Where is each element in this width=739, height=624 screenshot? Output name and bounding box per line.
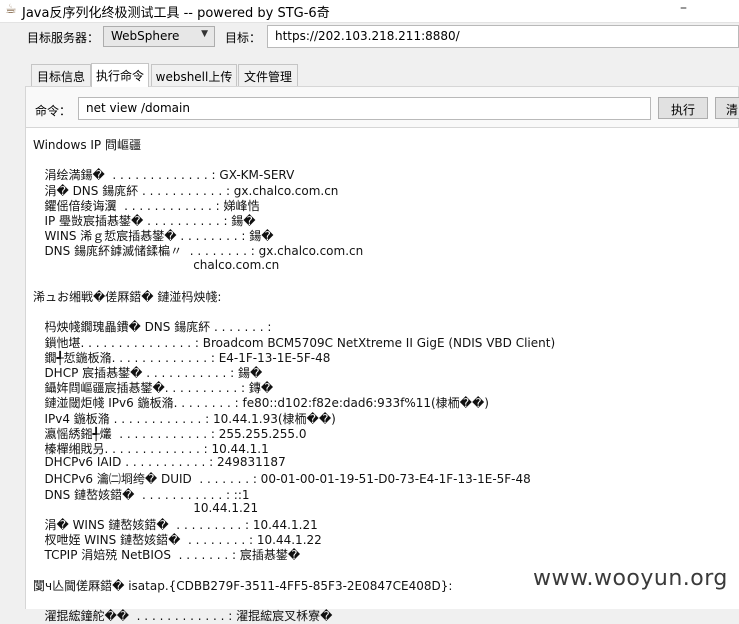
clear-button-label: 清 bbox=[726, 103, 739, 117]
output-line: Windows IP 閰嶇疆 bbox=[33, 138, 141, 152]
minimize-button[interactable]: – bbox=[680, 0, 687, 16]
command-label: 命令： bbox=[35, 104, 72, 118]
clear-button[interactable]: 清 bbox=[715, 97, 739, 119]
target-label: 目标： bbox=[225, 31, 262, 45]
execute-button-label: 执行 bbox=[670, 103, 695, 117]
command-input[interactable]: net view /domain bbox=[78, 97, 651, 120]
command-value: net view /domain bbox=[86, 101, 190, 115]
output-line: TCPIP 涓婄殑 NetBIOS . . . . . . . : 宸插惎鐢� bbox=[33, 548, 301, 563]
output-line: 闅ч亾閫傞厤鍣� isatap.{CDBB279F-3511-4FF5-85F3… bbox=[33, 578, 453, 593]
java-app-icon: ☕ bbox=[5, 2, 17, 17]
target-url-value: https://202.103.218.211:8880/ bbox=[275, 29, 460, 43]
server-label: 目标服务器： bbox=[27, 31, 100, 45]
output-line: DHCPv6 IAID . . . . . . . . . . . : 2498… bbox=[33, 455, 286, 470]
output-line: 10.44.1.21 bbox=[33, 500, 259, 515]
output-line: 濯掍綋鐘舵�� . . . . . . . . . . . . : 濯掍綋宸叉柇… bbox=[33, 609, 333, 624]
tab-webshell-upload[interactable]: webshell上传 bbox=[151, 64, 237, 86]
window-title: Java反序列化终极测试工具 -- powered by STG-6奇 bbox=[22, 6, 330, 21]
tab-label: 执行命令 bbox=[95, 69, 144, 83]
execute-button[interactable]: 执行 bbox=[658, 97, 708, 119]
output-line: chalco.com.cn bbox=[33, 257, 280, 272]
server-select-value: WebSphere bbox=[111, 29, 180, 43]
server-select[interactable]: WebSphere ▼ bbox=[103, 26, 215, 47]
target-url-input[interactable]: https://202.103.218.211:8880/ bbox=[267, 25, 739, 48]
tab-target-info[interactable]: 目标信息 bbox=[31, 64, 91, 86]
tab-label: 文件管理 bbox=[243, 70, 292, 84]
command-output[interactable]: Windows IP 閰嶇疆 涓绘満鍚� . . . . . . . . . .… bbox=[25, 127, 739, 623]
chevron-down-icon: ▼ bbox=[201, 29, 208, 39]
tab-label: 目标信息 bbox=[36, 70, 85, 84]
watermark: www.wooyun.org bbox=[533, 566, 728, 591]
tab-execute-command[interactable]: 执行命令 bbox=[91, 63, 149, 87]
tab-label: webshell上传 bbox=[155, 70, 233, 84]
window-titlebar: ☕ Java反序列化终极测试工具 -- powered by STG-6奇 – bbox=[0, 0, 739, 23]
output-line: 浠ュお缃戦�傞厤鍣� 鏈湴杩炴帴: bbox=[33, 290, 222, 304]
tab-file-manager[interactable]: 文件管理 bbox=[238, 64, 298, 86]
